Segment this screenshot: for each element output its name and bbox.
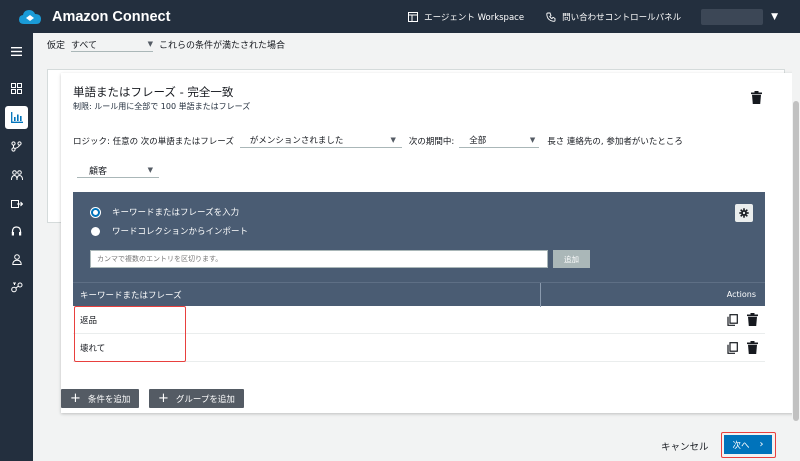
channels-icon[interactable] [5,192,28,215]
analytics-icon[interactable] [5,106,28,129]
radio-checked-icon[interactable] [91,207,100,217]
user-menu-caret-icon[interactable]: ▼ [771,12,778,22]
keyword-table-header: キーワードまたはフレーズ Actions [73,282,765,307]
ccp-label: 問い合わせコントロールパネル [562,12,682,23]
add-condition-button[interactable]: + 条件を追加 [61,389,140,408]
dashboard-icon[interactable] [5,77,28,100]
brand-title: Amazon Connect [52,8,171,25]
delete-condition-trash-icon[interactable] [751,91,762,107]
phone-icon [546,12,556,22]
plus-icon: + [70,391,81,406]
integrations-icon[interactable] [5,276,28,299]
logic-row: ロジック: 任意の 次の単語またはフレーズ がメンションされました ▼ 次の期間… [73,133,683,148]
add-group-button[interactable]: + グループを追加 [149,389,244,408]
trash-icon[interactable] [747,313,758,326]
condition-text: これらの条件が満たされた場合 [159,41,286,51]
user-profile-icon[interactable] [5,248,28,271]
keyword-input[interactable] [90,250,548,268]
routing-icon[interactable] [5,135,28,158]
radio-import-label: ワードコレクションからインポート [112,227,249,237]
menu-icon[interactable] [5,40,28,63]
period-select[interactable]: 全部 ▼ [459,133,540,148]
user-menu[interactable] [701,8,764,25]
radio-unchecked-icon[interactable] [91,226,100,236]
rule-filter-bar: 仮定 すべて ▼ これらの条件が満たされた場合 [47,37,285,52]
users-icon[interactable] [5,164,28,187]
col-actions-header: Actions [726,290,756,299]
amazon-connect-logo-icon [18,7,42,27]
condition-title: 単語またはフレーズ - 完全一致 [73,85,234,99]
condition-limit-text: 制限: ルール用に全部で 100 単語またはフレーズ [73,102,251,111]
sidebar [0,33,33,461]
match-type-value: すべて [71,40,98,51]
keyword-panel: キーワードまたはフレーズを入力 ワードコレクションからインポート 追加 キーワー… [73,192,765,307]
chevron-down-icon: ▼ [390,136,396,144]
mention-select[interactable]: がメンションされました ▼ [239,133,402,148]
length-text: 長さ 連絡先の, 参加者がいたところ [547,136,683,147]
copy-icon[interactable] [727,313,738,326]
workspace-icon [408,11,419,22]
filter-label: 仮定 [47,41,66,51]
settings-gear-icon[interactable] [735,204,753,222]
logic-label: ロジック: 任意の 次の単語またはフレーズ [73,136,234,147]
participant-select[interactable]: 顧客 ▼ [77,163,159,178]
chevron-down-icon: ▼ [147,166,153,174]
period-label: 次の期間中: [408,136,455,147]
chevron-down-icon: ▼ [529,136,536,144]
radio-enter-keywords[interactable]: キーワードまたはフレーズを入力 [91,206,239,218]
vertical-scrollbar[interactable] [792,33,800,461]
keyword-rows-highlight [74,306,186,362]
add-group-label: グループを追加 [175,394,235,405]
match-type-select[interactable]: すべて ▼ [71,37,154,52]
participant-value: 顧客 [89,166,108,177]
cancel-button[interactable]: キャンセル [661,439,709,453]
agent-workspace-link[interactable]: エージェント Workspace [408,11,524,23]
radio-import-collection[interactable]: ワードコレクションからインポート [91,225,248,237]
mention-value: がメンションされました [249,136,344,146]
keyword-condition-card: 単語またはフレーズ - 完全一致 制限: ルール用に全部で 100 単語またはフ… [61,73,800,413]
top-bar: Amazon Connect エージェント Workspace 問い合わせコント… [0,0,800,33]
copy-icon[interactable] [727,341,738,354]
plus-icon: + [158,391,169,406]
chevron-down-icon: ▼ [147,40,154,48]
col-keyword-header: キーワードまたはフレーズ [73,282,541,307]
ccp-link[interactable]: 問い合わせコントロールパネル [546,11,681,23]
main-content: 仮定 すべて ▼ これらの条件が満たされた場合 単語またはフレーズ - 完全一致… [33,33,800,461]
next-button-highlight [721,432,776,458]
period-value: 全部 [469,136,487,146]
headset-icon[interactable] [5,220,28,243]
add-condition-label: 条件を追加 [87,394,131,405]
scrollbar-thumb[interactable] [793,101,799,421]
trash-icon[interactable] [747,341,758,354]
add-keyword-button[interactable]: 追加 [553,250,590,268]
agent-workspace-label: エージェント Workspace [424,12,525,23]
radio-enter-label: キーワードまたはフレーズを入力 [112,208,240,218]
